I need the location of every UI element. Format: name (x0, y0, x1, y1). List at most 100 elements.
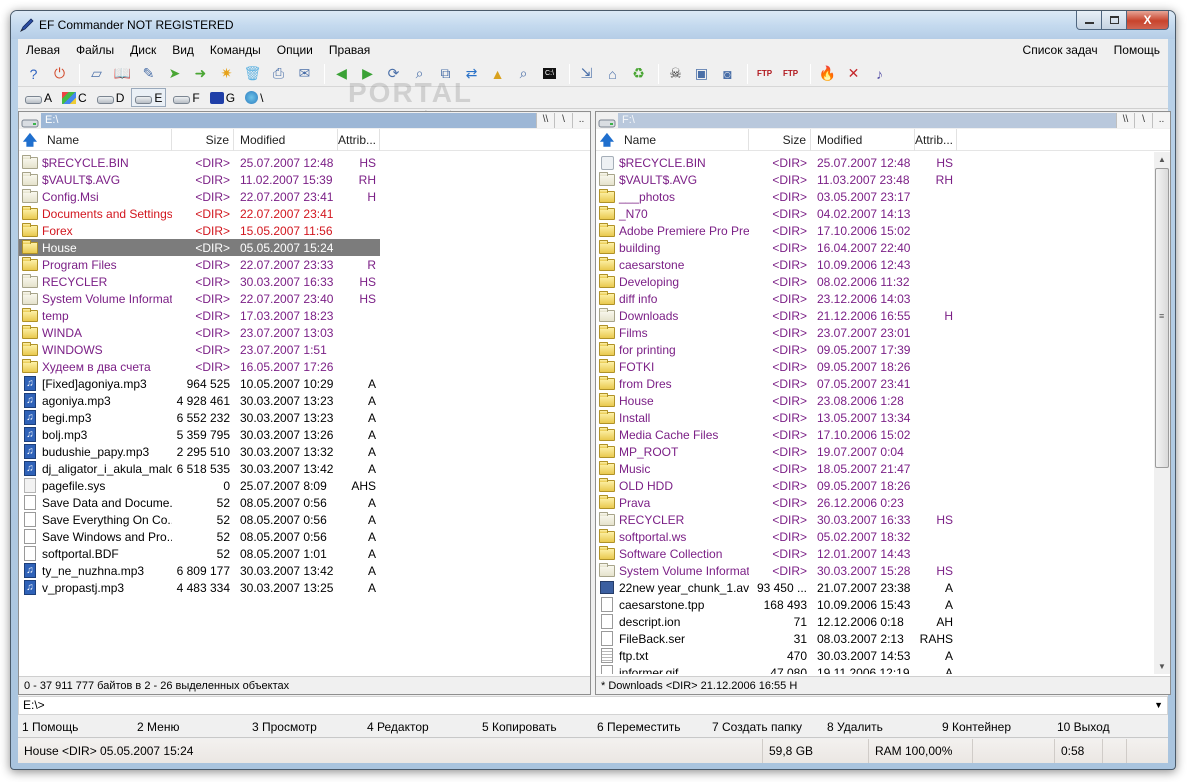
menu-item-6[interactable]: Правая (321, 43, 378, 57)
back-button[interactable]: ◀ (330, 63, 353, 85)
menu-right-item-1[interactable]: Помощь (1106, 43, 1168, 57)
scrollbar-thumb[interactable] (1155, 168, 1169, 468)
drive-c-button[interactable]: C (59, 88, 90, 107)
drive-e-button[interactable]: E (131, 88, 167, 107)
refresh-doc-button[interactable]: ⟳ (382, 63, 405, 85)
file-row[interactable]: pagefile.sys 0 25.07.2007 8:09 AHS (19, 477, 380, 494)
file-row[interactable]: $VAULT$.AVG <DIR> 11.02.2007 15:39 RH (19, 171, 380, 188)
menu-item-0[interactable]: Левая (18, 43, 68, 57)
help-button[interactable]: ? (22, 63, 45, 85)
fkey-8-button[interactable]: 8 Удалить (823, 720, 938, 734)
right-parent-button[interactable]: .. (1152, 113, 1170, 128)
print-button[interactable]: ⎙ (267, 63, 290, 85)
left-root-network-button[interactable]: \\ (536, 113, 554, 128)
left-panel[interactable]: E:\ \\ \ .. 🡅 Name Size Modified Attrib.… (18, 111, 591, 695)
sort-up-icon[interactable]: 🡅 (19, 129, 41, 151)
drive-g-button[interactable]: G (207, 88, 238, 107)
file-row[interactable]: ♫ v_propastj.mp3 4 483 334 30.03.2007 13:25… (19, 579, 380, 596)
drive-a-button[interactable]: A (22, 88, 55, 107)
fkey-1-button[interactable]: 1 Помощь (18, 720, 133, 734)
sort-up-icon[interactable]: 🡅 (596, 129, 618, 151)
file-row[interactable]: Documents and Settings <DIR> 22.07.2007 23… (19, 205, 380, 222)
file-row[interactable]: Save Everything On Co... 52 08.05.2007 0:5… (19, 511, 380, 528)
file-row[interactable]: Media Cache Files <DIR> 17.10.2006 15:02 (596, 426, 957, 443)
file-row[interactable]: caesarstone <DIR> 10.09.2006 12:43 (596, 256, 957, 273)
file-row[interactable]: ♫ [Fixed]agoniya.mp3 964 525 10.05.2007 10:… (19, 375, 380, 392)
file-row[interactable]: ♫ dj_aligator_i_akula_malo... 6 518 535 30.… (19, 460, 380, 477)
file-row[interactable]: Config.Msi <DIR> 22.07.2007 23:41 H (19, 188, 380, 205)
file-row[interactable]: _N70 <DIR> 04.02.2007 14:13 (596, 205, 957, 222)
file-row[interactable]: ♫ begi.mp3 6 552 232 30.03.2007 13:23 A (19, 409, 380, 426)
skull-button[interactable]: ☠ (664, 63, 687, 85)
column-modified[interactable]: Modified (234, 128, 338, 151)
book-button[interactable]: 📖 (111, 63, 134, 85)
file-row[interactable]: Films <DIR> 23.07.2007 23:01 (596, 324, 957, 341)
file-row[interactable]: $RECYCLE.BIN <DIR> 25.07.2007 12:48 HS (596, 154, 957, 171)
recycle-bin-button[interactable]: 🗑 (241, 63, 264, 85)
network-button[interactable]: ⌂ (601, 63, 624, 85)
ftp-disconnect-button[interactable]: FTP (779, 63, 802, 85)
file-row[interactable]: System Volume Informati... <DIR> 30.03.200… (596, 562, 957, 579)
minimize-button[interactable] (1076, 11, 1102, 30)
search-button[interactable]: ⌕ (408, 63, 431, 85)
find-folder-button[interactable]: ⌕ (512, 63, 535, 85)
close-button[interactable]: X (1127, 11, 1169, 30)
fkey-6-button[interactable]: 6 Переместить (593, 720, 708, 734)
file-row[interactable]: WINDA <DIR> 23.07.2007 13:03 (19, 324, 380, 341)
fkey-3-button[interactable]: 3 Просмотр (248, 720, 363, 734)
file-row[interactable]: Program Files <DIR> 22.07.2007 23:33 R (19, 256, 380, 273)
file-row[interactable]: System Volume Informati... <DIR> 22.07.200… (19, 290, 380, 307)
menu-item-2[interactable]: Диск (122, 43, 164, 57)
file-row[interactable]: RECYCLER <DIR> 30.03.2007 16:33 HS (19, 273, 380, 290)
split-button[interactable]: ⧉ (434, 63, 457, 85)
edit-button[interactable]: ✎ (137, 63, 160, 85)
new-folder-button[interactable]: ✷ (215, 63, 238, 85)
column-attrib[interactable]: Attrib... (915, 128, 957, 151)
file-row[interactable]: caesarstone.tpp 168 493 10.09.2006 15:43 A (596, 596, 957, 613)
file-row[interactable]: Install <DIR> 13.05.2007 13:34 (596, 409, 957, 426)
view-button[interactable]: ▱ (85, 63, 108, 85)
drive-network-button[interactable]: \ (242, 88, 266, 107)
file-row[interactable]: for printing <DIR> 09.05.2007 17:39 (596, 341, 957, 358)
file-row[interactable]: Developing <DIR> 08.02.2006 11:32 (596, 273, 957, 290)
right-scrollbar[interactable]: ▲ ▼ (1154, 152, 1170, 674)
column-modified[interactable]: Modified (811, 128, 915, 151)
burn-button[interactable]: 🔥 (816, 63, 839, 85)
file-row[interactable]: softportal.BDF 52 08.05.2007 1:01 A (19, 545, 380, 562)
file-row[interactable]: 22new year_chunk_1.avi 93 450 ... 21.07.20… (596, 579, 957, 596)
column-attrib[interactable]: Attrib... (338, 128, 380, 151)
command-history-dropdown-icon[interactable]: ▼ (1154, 697, 1163, 714)
file-row[interactable]: ♫ budushie_papy.mp3 2 295 510 30.03.2007 13… (19, 443, 380, 460)
column-size[interactable]: Size (172, 128, 234, 151)
file-row[interactable]: Save Data and Docume... 52 08.05.2007 0:56… (19, 494, 380, 511)
file-row[interactable]: RECYCLER <DIR> 30.03.2007 16:33 HS (596, 511, 957, 528)
file-row[interactable]: building <DIR> 16.04.2007 22:40 (596, 239, 957, 256)
mail-button[interactable]: ✉ (293, 63, 316, 85)
file-row[interactable]: diff info <DIR> 23.12.2006 14:03 (596, 290, 957, 307)
left-root-button[interactable]: \ (554, 113, 572, 128)
copy-button[interactable]: ➤ (163, 63, 186, 85)
pyramid-button[interactable]: ▲ (486, 63, 509, 85)
console-button[interactable]: C:\ (538, 63, 561, 85)
file-row[interactable]: ♫ agoniya.mp3 4 928 461 30.03.2007 13:23 A (19, 392, 380, 409)
scroll-down-icon[interactable]: ▼ (1154, 659, 1170, 674)
file-row[interactable]: $VAULT$.AVG <DIR> 11.03.2007 23:48 RH (596, 171, 957, 188)
fkey-10-button[interactable]: 10 Выход (1053, 720, 1168, 734)
drive-f-button[interactable]: F (170, 88, 202, 107)
menu-item-5[interactable]: Опции (269, 43, 321, 57)
file-row[interactable]: ftp.txt 470 30.03.2007 14:53 A (596, 647, 957, 664)
fkey-2-button[interactable]: 2 Меню (133, 720, 248, 734)
fkey-5-button[interactable]: 5 Копировать (478, 720, 593, 734)
disk-button[interactable]: ◙ (716, 63, 739, 85)
move-button[interactable]: ➜ (189, 63, 212, 85)
ftp-connect-button[interactable]: FTP (753, 63, 776, 85)
file-row[interactable]: FOTKI <DIR> 09.05.2007 18:26 (596, 358, 957, 375)
file-row[interactable]: Худеем в два счета <DIR> 16.05.2007 17:26 (19, 358, 380, 375)
left-parent-button[interactable]: .. (572, 113, 590, 128)
scroll-up-icon[interactable]: ▲ (1154, 152, 1170, 167)
file-row[interactable]: Music <DIR> 18.05.2007 21:47 (596, 460, 957, 477)
menu-right-item-0[interactable]: Список задач (1015, 43, 1106, 57)
file-row[interactable]: Prava <DIR> 26.12.2006 0:23 (596, 494, 957, 511)
right-panel[interactable]: F:\ \\ \ .. 🡅 Name Size Modified Attrib.… (595, 111, 1171, 695)
file-row[interactable]: from Dres <DIR> 07.05.2007 23:41 (596, 375, 957, 392)
